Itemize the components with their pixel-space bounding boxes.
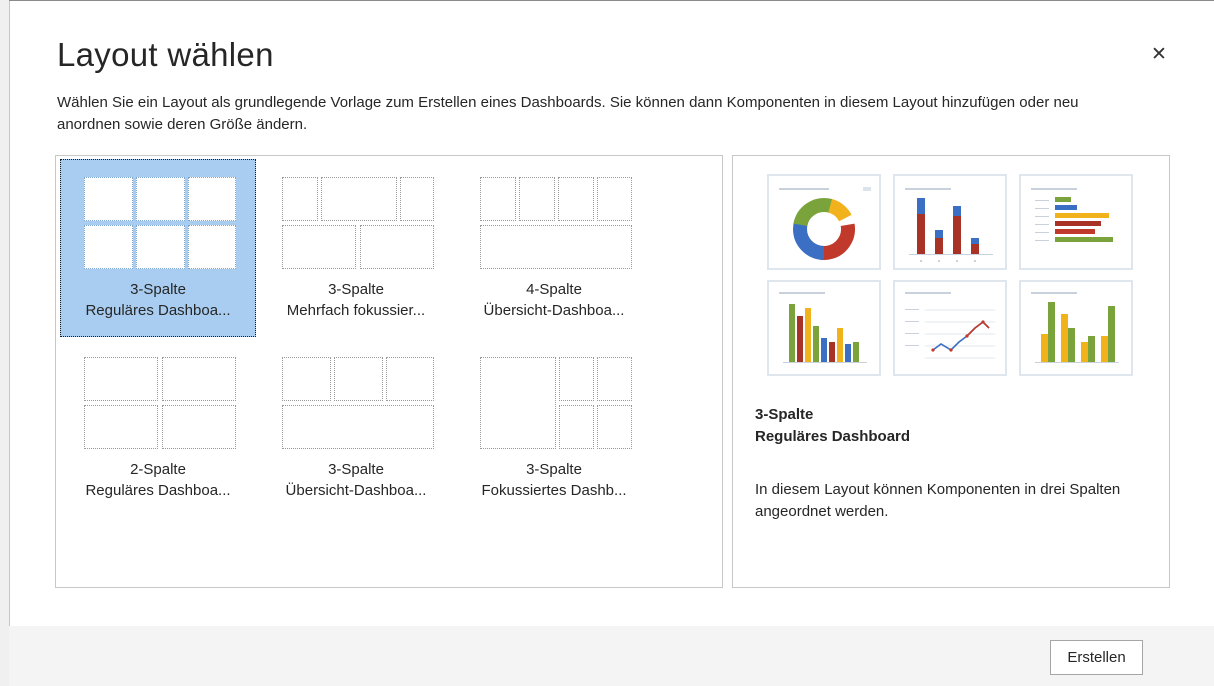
layout-thumbnail [282,357,434,449]
create-button[interactable]: Erstellen [1050,640,1143,675]
layout-tile-3-column-multi-focused[interactable]: 3-Spalte Mehrfach fokussier... [258,159,454,337]
layout-thumbnail [480,177,632,269]
layout-tile-label: 4-Spalte Übersicht-Dashboa... [483,281,625,319]
layout-thumbnail [84,177,236,269]
layout-tile-label: 3-Spalte Übersicht-Dashboa... [285,461,427,499]
layout-tile-label: 3-Spalte Mehrfach fokussier... [286,281,426,319]
preview-layout-name: 3-Spalte Reguläres Dashboard [755,406,911,445]
layout-tile-3-column-focused[interactable]: 3-Spalte Fokussiertes Dashb... [456,339,652,517]
horizontal-bar-chart-thumbnail [1019,174,1133,270]
layout-tile-2-column-regular[interactable]: 2-Spalte Reguläres Dashboa... [60,339,256,517]
preview-layout-description: In diesem Layout können Komponenten in d… [755,481,1121,520]
dialog-description: Wählen Sie ein Layout als grundlegende V… [57,94,1079,133]
close-icon[interactable]: ✕ [1148,44,1170,66]
stacked-bar-chart-thumbnail [893,174,1007,270]
layout-tile-4-column-overview[interactable]: 4-Spalte Übersicht-Dashboa... [456,159,652,337]
layout-thumbnail [282,177,434,269]
stacked-bar-chart-thumbnail [1019,280,1133,376]
dialog-footer [9,626,1214,686]
layout-tile-3-column-overview[interactable]: 3-Spalte Übersicht-Dashboa... [258,339,454,517]
donut-chart-thumbnail [767,174,881,270]
layout-tile-label: 2-Spalte Reguläres Dashboa... [85,461,231,499]
window-top-border [9,0,1214,1]
grouped-bar-chart-thumbnail [767,280,881,376]
dialog-title: Layout wählen [57,36,274,73]
layout-tile-3-column-regular[interactable]: 3-Spalte Reguläres Dashboa... [60,159,256,337]
layout-tile-label: 3-Spalte Reguläres Dashboa... [85,281,231,319]
layout-list: 3-Spalte Reguläres Dashboa... 3-Spalte Meh… [55,155,723,588]
layout-tile-label: 3-Spalte Fokussiertes Dashb... [481,461,627,499]
line-chart-thumbnail [893,280,1007,376]
layout-thumbnail [480,357,632,449]
window-left-edge [0,0,10,686]
layout-thumbnail [84,357,236,449]
